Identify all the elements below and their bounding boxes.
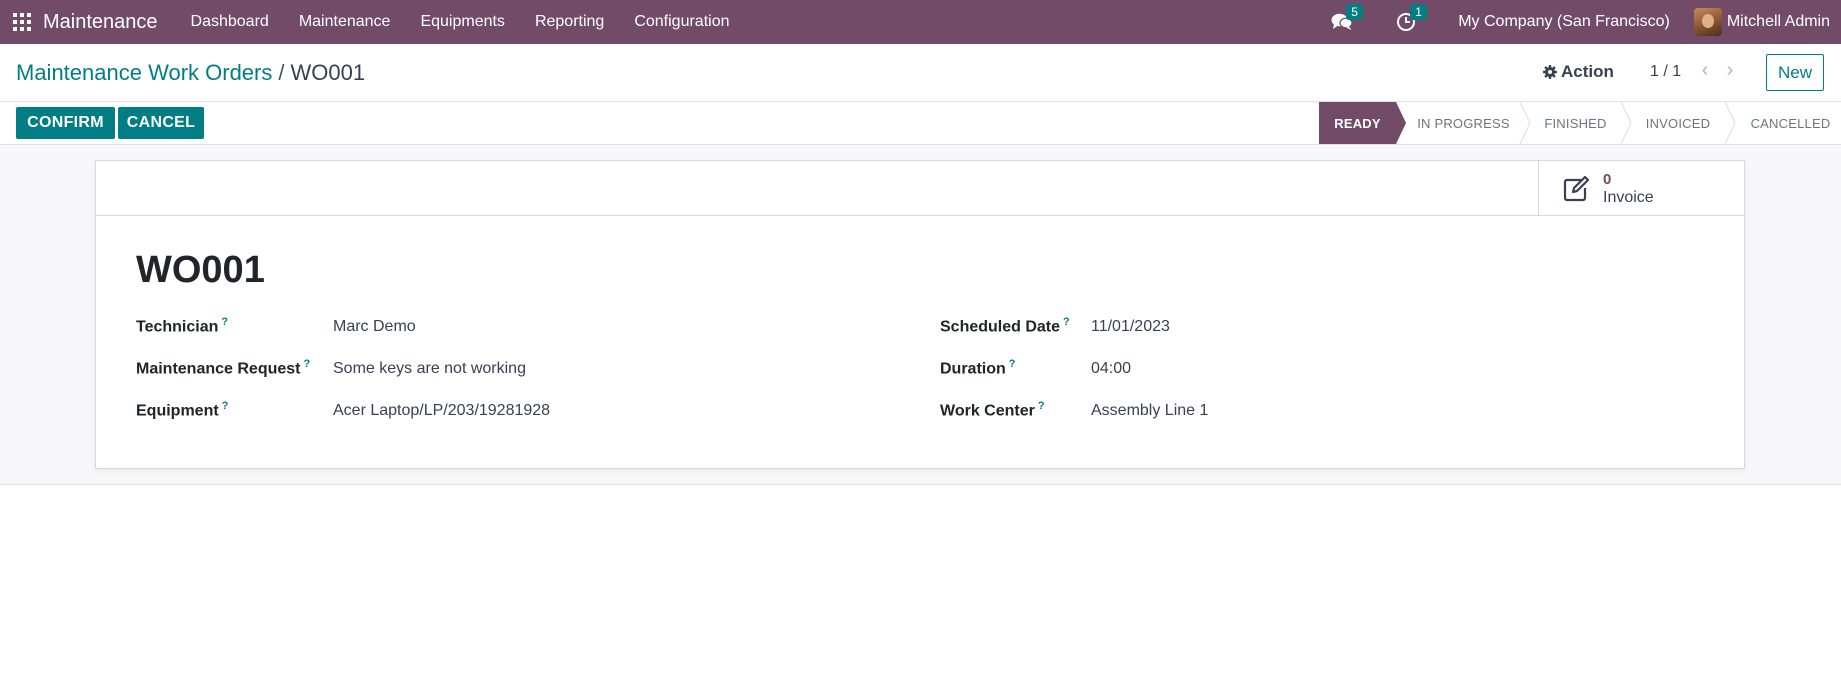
smart-button-box: 0 Invoice [96,161,1744,216]
chevron-right-icon: › [1726,59,1734,81]
help-tooltip-icon[interactable]: ? [1009,358,1016,370]
messages-button[interactable]: 5 [1330,4,1363,34]
avatar [1693,8,1722,36]
duration-label: Duration? [940,358,1016,378]
stage-invoiced[interactable]: INVOICED [1626,102,1736,144]
stage-finished-label: FINISHED [1544,115,1607,131]
stage-in-progress[interactable]: IN PROGRESS [1396,102,1531,144]
stage-finished[interactable]: FINISHED [1525,102,1632,144]
activities-count-badge: 1 [1410,4,1427,20]
form-statusbar: CONFIRM CANCEL READY IN PROGRESS FINISHE… [0,102,1841,145]
scheduled-date-field[interactable]: 11/01/2023 [1091,318,1170,336]
invoice-label: Invoice [1603,188,1654,206]
cancel-button[interactable]: CANCEL [118,107,204,139]
stage-invoiced-label: INVOICED [1645,115,1711,131]
breadcrumb-current: WO001 [290,60,366,85]
equipment-label: Equipment? [136,400,229,420]
help-tooltip-icon[interactable]: ? [1063,316,1070,328]
chevron-left-icon: ‹ [1701,59,1709,81]
pager-value[interactable]: 1 / 1 [1650,63,1681,81]
company-switcher[interactable]: My Company (San Francisco) [1458,13,1670,31]
pager-next-button[interactable]: › [1720,58,1740,82]
stage-cancelled[interactable]: CANCELLED [1730,102,1841,144]
help-tooltip-icon[interactable]: ? [303,358,310,370]
top-navbar: Maintenance Dashboard Maintenance Equipm… [0,0,1841,44]
stage-ready-label: READY [1334,115,1381,131]
menu-equipments[interactable]: Equipments [405,0,520,44]
apps-grid-icon[interactable] [12,12,32,32]
breadcrumb-separator: / [278,60,285,85]
new-button[interactable]: New [1766,54,1824,91]
maintenance-request-label: Maintenance Request? [136,358,311,378]
breadcrumb: Maintenance Work Orders / WO001 [16,60,365,86]
action-menu-button[interactable]: Action [1543,62,1614,82]
messages-count-badge: 5 [1346,4,1363,20]
maintenance-request-field[interactable]: Some keys are not working [333,360,526,378]
work-center-field[interactable]: Assembly Line 1 [1091,402,1208,420]
pager-previous-button[interactable]: ‹ [1695,58,1715,82]
record-title: WO001 [136,249,265,291]
control-panel: Maintenance Work Orders / WO001 Action 1 /… [0,44,1841,102]
gear-icon [1543,65,1557,79]
user-menu[interactable]: Mitchell Admin [1693,8,1830,36]
technician-field[interactable]: Marc Demo [333,318,416,336]
stage-in-progress-label: IN PROGRESS [1417,115,1510,131]
action-label: Action [1561,62,1614,81]
help-tooltip-icon[interactable]: ? [1038,400,1045,412]
invoice-smart-button[interactable]: 0 Invoice [1538,161,1744,216]
app-name[interactable]: Maintenance [43,11,158,34]
stage-ready[interactable]: READY [1319,102,1406,144]
menu-reporting[interactable]: Reporting [520,0,619,44]
confirm-button[interactable]: CONFIRM [16,107,115,139]
menu-maintenance[interactable]: Maintenance [284,0,406,44]
work-center-label: Work Center? [940,400,1045,420]
equipment-field[interactable]: Acer Laptop/LP/203/19281928 [333,402,550,420]
duration-field[interactable]: 04:00 [1091,360,1131,378]
form-sheet: 0 Invoice WO001 Technician? Marc Demo Ma… [95,160,1745,469]
help-tooltip-icon[interactable]: ? [221,316,228,328]
menu-dashboard[interactable]: Dashboard [176,0,284,44]
scheduled-date-label: Scheduled Date? [940,316,1070,336]
edit-square-icon [1563,175,1590,201]
invoice-count: 0 [1603,170,1612,188]
user-name: Mitchell Admin [1726,13,1830,30]
help-tooltip-icon[interactable]: ? [222,400,229,412]
breadcrumb-work-orders-link[interactable]: Maintenance Work Orders [16,60,272,85]
status-stages: READY IN PROGRESS FINISHED INVOICED CANC… [1319,102,1841,144]
activities-button[interactable]: 1 [1394,4,1427,34]
technician-label: Technician? [136,316,229,336]
stage-cancelled-label: CANCELLED [1750,115,1831,131]
menu-configuration[interactable]: Configuration [619,0,744,44]
